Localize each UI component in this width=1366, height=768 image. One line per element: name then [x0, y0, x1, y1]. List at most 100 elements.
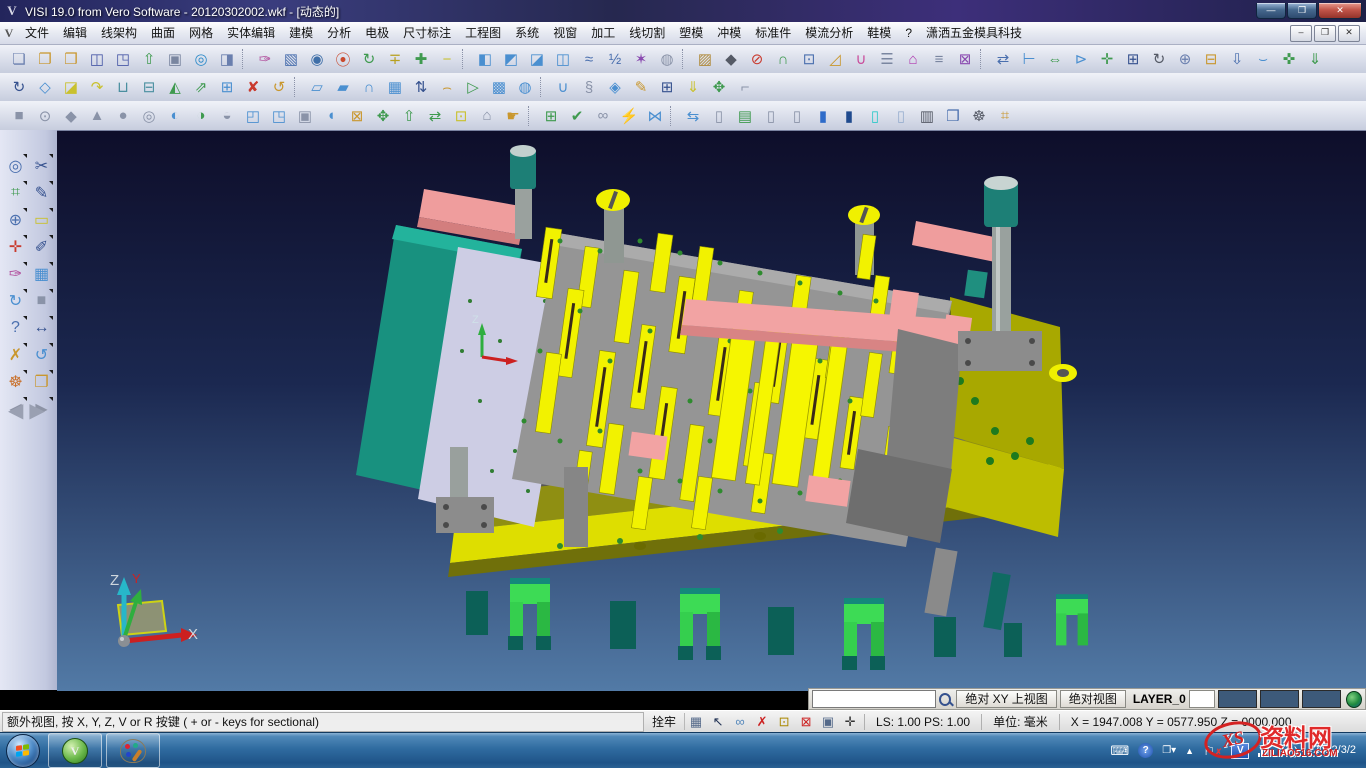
layer-tools-icon[interactable]: ☸	[967, 104, 991, 127]
layer-color-chip-2[interactable]	[1260, 690, 1299, 708]
flash-build-icon[interactable]: ⚡	[617, 104, 641, 127]
maximize-button[interactable]: ❐	[1287, 3, 1317, 19]
half-round-icon[interactable]: ◖	[319, 104, 343, 127]
delete-face-icon[interactable]: ✘	[241, 76, 265, 99]
volume-icon[interactable]: ◄))	[1278, 744, 1298, 758]
grid-plane-icon[interactable]: ▦	[29, 260, 55, 287]
absolute-view-button[interactable]: 绝对视图	[1060, 690, 1126, 708]
regen-refresh-icon[interactable]: ↻	[3, 287, 29, 314]
active-layer-label[interactable]: LAYER_0	[1129, 692, 1186, 706]
hide-remove-icon[interactable]: −	[435, 48, 459, 71]
mesh-compass-icon[interactable]: ◍	[655, 48, 679, 71]
3d-viewport[interactable]: Z Z Y X	[57, 130, 1366, 691]
shaded-mode-1-icon[interactable]: ◧	[473, 48, 497, 71]
press-down-icon[interactable]: ⇓	[1303, 48, 1327, 71]
chain-link-icon[interactable]: ∞	[729, 712, 751, 731]
check-assembly-icon[interactable]: ✔	[565, 104, 589, 127]
view-face-icon[interactable]: ◇	[33, 76, 57, 99]
viewport-canvas[interactable]: Z Z Y X	[57, 131, 1366, 691]
menu-item[interactable]: 编辑	[56, 23, 94, 43]
visi-taskbar-button[interactable]: V	[48, 733, 102, 768]
uv-isoparms-icon[interactable]: ≈	[577, 48, 601, 71]
plane-surface-icon[interactable]: ▱	[305, 76, 329, 99]
cone-solid-icon[interactable]: ▲	[85, 104, 109, 127]
grid-snap-icon[interactable]: ▦	[685, 712, 707, 731]
offset-diamond-icon[interactable]: ◈	[603, 76, 627, 99]
menu-item[interactable]: 冲模	[710, 23, 748, 43]
blend-surface-icon[interactable]: ∪	[551, 76, 575, 99]
menu-item[interactable]: 塑模	[672, 23, 710, 43]
prism-solid-icon[interactable]: ◆	[59, 104, 83, 127]
layer-cylinder-list-icon[interactable]: ▤	[733, 104, 757, 127]
stretch-surface-icon[interactable]: ✥	[707, 76, 731, 99]
swap-uv-icon[interactable]: ⇅	[409, 76, 433, 99]
flatten-surface-icon[interactable]: ◿	[823, 48, 847, 71]
layer-cylinder-dark-icon[interactable]: ▮	[837, 104, 861, 127]
layer-cylinder-cyan-icon[interactable]: ▯	[863, 104, 887, 127]
layer-cylinder-3-icon[interactable]: ▯	[785, 104, 809, 127]
network-icon[interactable]	[1258, 745, 1269, 757]
menu-item[interactable]: 文件	[18, 23, 56, 43]
open-model-icon[interactable]: ❐	[29, 368, 55, 395]
visi-tray-icon[interactable]: V	[1231, 743, 1249, 759]
shaded-doc-icon[interactable]: ▧	[279, 48, 303, 71]
menu-item[interactable]: 实体编辑	[220, 23, 282, 43]
undo-icon[interactable]: ↺	[29, 341, 55, 368]
align-side-icon[interactable]: ⊢	[1017, 48, 1041, 71]
menu-item[interactable]: 线切割	[622, 23, 672, 43]
link-cube-icon[interactable]: ⋈	[643, 104, 667, 127]
paste-icon[interactable]: ⊟	[1199, 48, 1223, 71]
menu-item[interactable]: 建模	[282, 23, 320, 43]
level-surface-icon[interactable]: ⌣	[1251, 48, 1275, 71]
sphere-bool-icon[interactable]: ◑	[189, 104, 213, 127]
stamp-plus-icon[interactable]: ✜	[1277, 48, 1301, 71]
paint-taskbar-button[interactable]	[106, 733, 160, 768]
save-as-icon[interactable]: ◳	[111, 48, 135, 71]
menu-item[interactable]: 线架构	[94, 23, 144, 43]
sphere-solid-icon[interactable]: ●	[111, 104, 135, 127]
curvature-graph-icon[interactable]: ∩	[771, 48, 795, 71]
menu-item[interactable]: 分析	[320, 23, 358, 43]
menu-item[interactable]: 网格	[182, 23, 220, 43]
shading-cube-icon[interactable]: ■	[29, 287, 55, 314]
layer-cylinder-blue-icon[interactable]: ▮	[811, 104, 835, 127]
extrude-icon[interactable]: ⊳	[1069, 48, 1093, 71]
split-view-icon[interactable]: ◨	[215, 48, 239, 71]
refresh-layers-icon[interactable]: ⇆	[681, 104, 705, 127]
cursor-select-icon[interactable]: ↖	[707, 712, 729, 731]
menu-item[interactable]: 曲面	[144, 23, 182, 43]
mdi-restore-button[interactable]: ❐	[1314, 25, 1336, 42]
fold-surface-icon[interactable]: ⌐	[733, 76, 757, 99]
show-add-icon[interactable]: ✚	[409, 48, 433, 71]
strike-surface-icon[interactable]: ⊘	[745, 48, 769, 71]
cancel-red-icon[interactable]: ✗	[751, 712, 773, 731]
slice-stack-icon[interactable]: ≡	[927, 48, 951, 71]
layer-cylinder-hatch-icon[interactable]: ▥	[915, 104, 939, 127]
menu-item[interactable]: 标准件	[748, 23, 798, 43]
select-region-icon[interactable]: ⌗	[993, 104, 1017, 127]
hatch-analysis-icon[interactable]: ▨	[693, 48, 717, 71]
sheet-pair-icon[interactable]: ▣	[293, 104, 317, 127]
mesh-surface-icon[interactable]: ▦	[383, 76, 407, 99]
open-box-icon[interactable]: ◳	[267, 104, 291, 127]
plus-small-icon[interactable]: ✛	[839, 712, 861, 731]
numbered-view-icon[interactable]: ½	[603, 48, 627, 71]
info-help-icon[interactable]: ?	[3, 314, 29, 341]
rotate-copy-icon[interactable]: ↻	[1147, 48, 1171, 71]
import-file-icon[interactable]: ❒	[59, 48, 83, 71]
show-hidden-icons-button[interactable]: ▲	[1185, 746, 1194, 756]
taskbar-clock[interactable]: 2012/3/2	[1307, 744, 1366, 757]
close-button[interactable]: ✕	[1318, 3, 1362, 19]
ruled-surface-icon[interactable]: ▷	[461, 76, 485, 99]
corner-box-icon[interactable]: ◰	[241, 104, 265, 127]
search-input[interactable]	[812, 690, 936, 708]
print-icon[interactable]: ▣	[163, 48, 187, 71]
select-frame-icon[interactable]: ⌗	[3, 179, 29, 206]
shaded-mode-3-icon[interactable]: ◪	[525, 48, 549, 71]
lock-label[interactable]: 拴牢	[644, 713, 685, 730]
toggle-visibility-icon[interactable]: ∓	[383, 48, 407, 71]
drop-align-icon[interactable]: ⇩	[1225, 48, 1249, 71]
keyboard-layout-icon[interactable]: ⌨	[1110, 743, 1129, 759]
visibility-traffic-light-icon[interactable]: ⦿	[331, 48, 355, 71]
layer-select-box[interactable]	[1189, 690, 1215, 708]
